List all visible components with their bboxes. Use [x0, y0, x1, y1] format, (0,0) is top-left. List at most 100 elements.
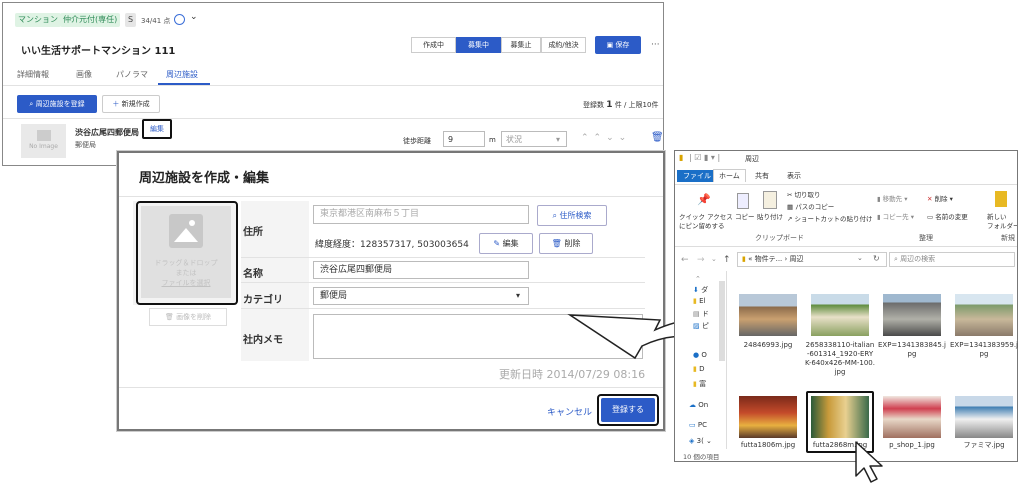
search-icon: ⌕	[552, 211, 557, 220]
trash-icon: 🗑	[551, 239, 562, 248]
scroll-up-icon[interactable]: ⌃	[695, 275, 701, 283]
score-text: 34/41 点	[141, 17, 171, 25]
status-recruiting-button[interactable]: 募集中	[456, 37, 501, 53]
forward-icon[interactable]: →	[697, 255, 705, 265]
file-name-4[interactable]: EXP=1341383959.jpg	[949, 341, 1019, 359]
address-dropdown-icon[interactable]: ⌄	[857, 254, 863, 262]
walk-distance-unit: m	[489, 136, 496, 144]
address-input[interactable]: 東京都港区南麻布５丁目	[313, 205, 529, 224]
folder-icon: ▮	[742, 255, 746, 263]
search-field[interactable]: ⌕ 周辺の検索	[889, 252, 1015, 267]
folder-icon: ▮	[693, 297, 697, 305]
plus-icon: ＋	[112, 100, 120, 108]
quick-access-toolbar[interactable]: | ☑ ▮ ▾ |	[689, 153, 720, 162]
up-icon[interactable]: ↑	[723, 255, 731, 265]
nav-item-pc[interactable]: ▭ PC	[689, 421, 707, 429]
status-closed-button[interactable]: 成約/他決	[541, 37, 586, 53]
edit-link[interactable]: 編集	[142, 119, 172, 139]
name-input[interactable]: 渋谷広尾四郵便局	[313, 261, 529, 279]
nav-item-o[interactable]: ● O	[693, 351, 707, 359]
property-panel: マンション 仲介元付(専任) S 34/41 点 ⌄ いい生活サポートマンション…	[2, 2, 664, 166]
path-icon: ▦	[787, 203, 794, 211]
paste-shortcut-button[interactable]: ↗ ショートカットの貼り付け	[787, 215, 873, 224]
move-to-button[interactable]: ▮ 移動先 ▾	[877, 195, 908, 204]
pin-quick-access-button[interactable]: クイック アクセス にピン留めする	[679, 213, 733, 231]
file-thumbnail-7[interactable]	[883, 396, 941, 438]
latlng-text: 緯度経度：128357317, 503003654	[315, 240, 469, 250]
move-icon: ▮	[877, 195, 881, 203]
new-folder-icon	[995, 191, 1007, 207]
file-thumbnail-4[interactable]	[955, 294, 1013, 336]
reorder-arrows-icon[interactable]: ⌃⌃⌄⌄	[581, 133, 631, 143]
ribbon-tab-view[interactable]: 表示	[787, 171, 801, 181]
nav-item-fu[interactable]: ▮ 富	[693, 379, 706, 389]
latlng-delete-button[interactable]: 🗑 削除	[539, 233, 593, 254]
file-name-3[interactable]: EXP=1341383845.jpg	[877, 341, 947, 359]
file-thumbnail-1[interactable]	[739, 294, 797, 336]
scissors-icon: ✂	[787, 191, 793, 199]
save-button[interactable]: ▣ 保存	[595, 36, 641, 54]
chevron-down-icon[interactable]: ⌄	[190, 12, 198, 22]
nav-item-1[interactable]: ▮ El	[693, 297, 705, 305]
tab-images[interactable]: 画像	[76, 69, 92, 80]
file-thumbnail-3[interactable]	[883, 294, 941, 336]
nav-scrollbar[interactable]	[719, 281, 725, 361]
tab-panorama[interactable]: パノラマ	[116, 69, 148, 80]
file-name-8[interactable]: ファミマ.jpg	[949, 441, 1019, 450]
status-stopped-button[interactable]: 募集止	[501, 37, 541, 53]
cut-button[interactable]: ✂ 切り取り	[787, 191, 821, 200]
latlng-edit-button[interactable]: ✎ 編集	[479, 233, 533, 254]
file-thumbnail-2[interactable]	[811, 294, 869, 336]
facility-thumbnail: No Image	[21, 124, 66, 158]
drop-zone-highlight	[136, 201, 238, 305]
nav-item-documents[interactable]: ▤ ド	[693, 309, 709, 319]
more-icon[interactable]: ···	[651, 40, 660, 50]
copy-button[interactable]: コピー	[735, 213, 755, 222]
file-thumbnail-5[interactable]	[739, 396, 797, 438]
address-search-button[interactable]: ⌕ 住所検索	[537, 205, 607, 226]
name-label: 名称	[243, 269, 263, 280]
new-facility-button[interactable]: ＋ 新規作成	[102, 95, 160, 113]
walk-distance-input[interactable]: 9	[443, 131, 485, 147]
cancel-button[interactable]: キャンセル	[547, 405, 592, 418]
nav-item-onedrive[interactable]: ☁ On	[689, 401, 708, 409]
nav-item-pictures[interactable]: ▨ ピ	[693, 321, 709, 331]
modal-header-divider	[119, 196, 663, 197]
register-facility-button[interactable]: ⌕ 周辺施設を登録	[17, 95, 97, 113]
new-folder-button[interactable]: 新しい フォルダー	[987, 213, 1017, 231]
ribbon-tab-home[interactable]: ホーム	[713, 169, 746, 182]
delete-image-button[interactable]: 🗑 画像を削除	[149, 308, 227, 326]
nav-item-d[interactable]: ▮ D	[693, 365, 704, 373]
nav-item-3d[interactable]: ◈ 3( ⌄	[689, 437, 712, 445]
ribbon-tab-file[interactable]: ファイル	[677, 170, 717, 182]
tab-details[interactable]: 詳細情報	[17, 69, 49, 80]
file-thumbnail-8[interactable]	[955, 396, 1013, 438]
refresh-icon[interactable]: ↻	[873, 254, 880, 263]
category-select[interactable]: 郵便局 ▾	[313, 287, 529, 305]
copy-path-button[interactable]: ▦ パスのコピー	[787, 203, 834, 212]
category-label: カテゴリ	[243, 295, 283, 306]
nav-item-downloads[interactable]: ⬇ ダ	[693, 285, 708, 295]
file-name-5[interactable]: futta1806m.jpg	[733, 441, 803, 450]
back-icon[interactable]: ←	[681, 255, 689, 265]
delete-button[interactable]: ✕ 削除 ▾	[927, 195, 953, 204]
facility-type: 郵便局	[75, 141, 96, 149]
rename-button[interactable]: ▭ 名前の変更	[927, 213, 968, 222]
memo-label: 社内メモ	[243, 335, 283, 346]
status-select[interactable]: 状況 ▾	[501, 131, 567, 147]
title-bar: ▮ | ☑ ▮ ▾ | 周辺	[675, 151, 1017, 167]
file-name-1[interactable]: 24846993.jpg	[733, 341, 803, 350]
cube-icon: ◈	[689, 437, 695, 445]
tab-nearby[interactable]: 周辺施設	[166, 69, 198, 80]
trash-icon[interactable]: 🗑	[651, 132, 664, 143]
status-draft-button[interactable]: 作成中	[411, 37, 456, 53]
paste-button[interactable]: 貼り付け	[757, 213, 783, 222]
smiley-icon[interactable]	[174, 14, 185, 25]
ribbon-tab-share[interactable]: 共有	[755, 171, 769, 181]
modal-title: 周辺施設を作成・編集	[139, 171, 270, 186]
file-name-2[interactable]: 2658338110-italian-601314_1920-ERYK-640x…	[805, 341, 875, 377]
mouse-cursor-icon	[855, 441, 883, 483]
copy-to-button[interactable]: ▮ コピー先 ▾	[877, 213, 914, 222]
address-bar[interactable]: ▮ « 物件テ... › 周辺	[737, 252, 887, 267]
recent-icon[interactable]: ⌄	[711, 255, 717, 263]
